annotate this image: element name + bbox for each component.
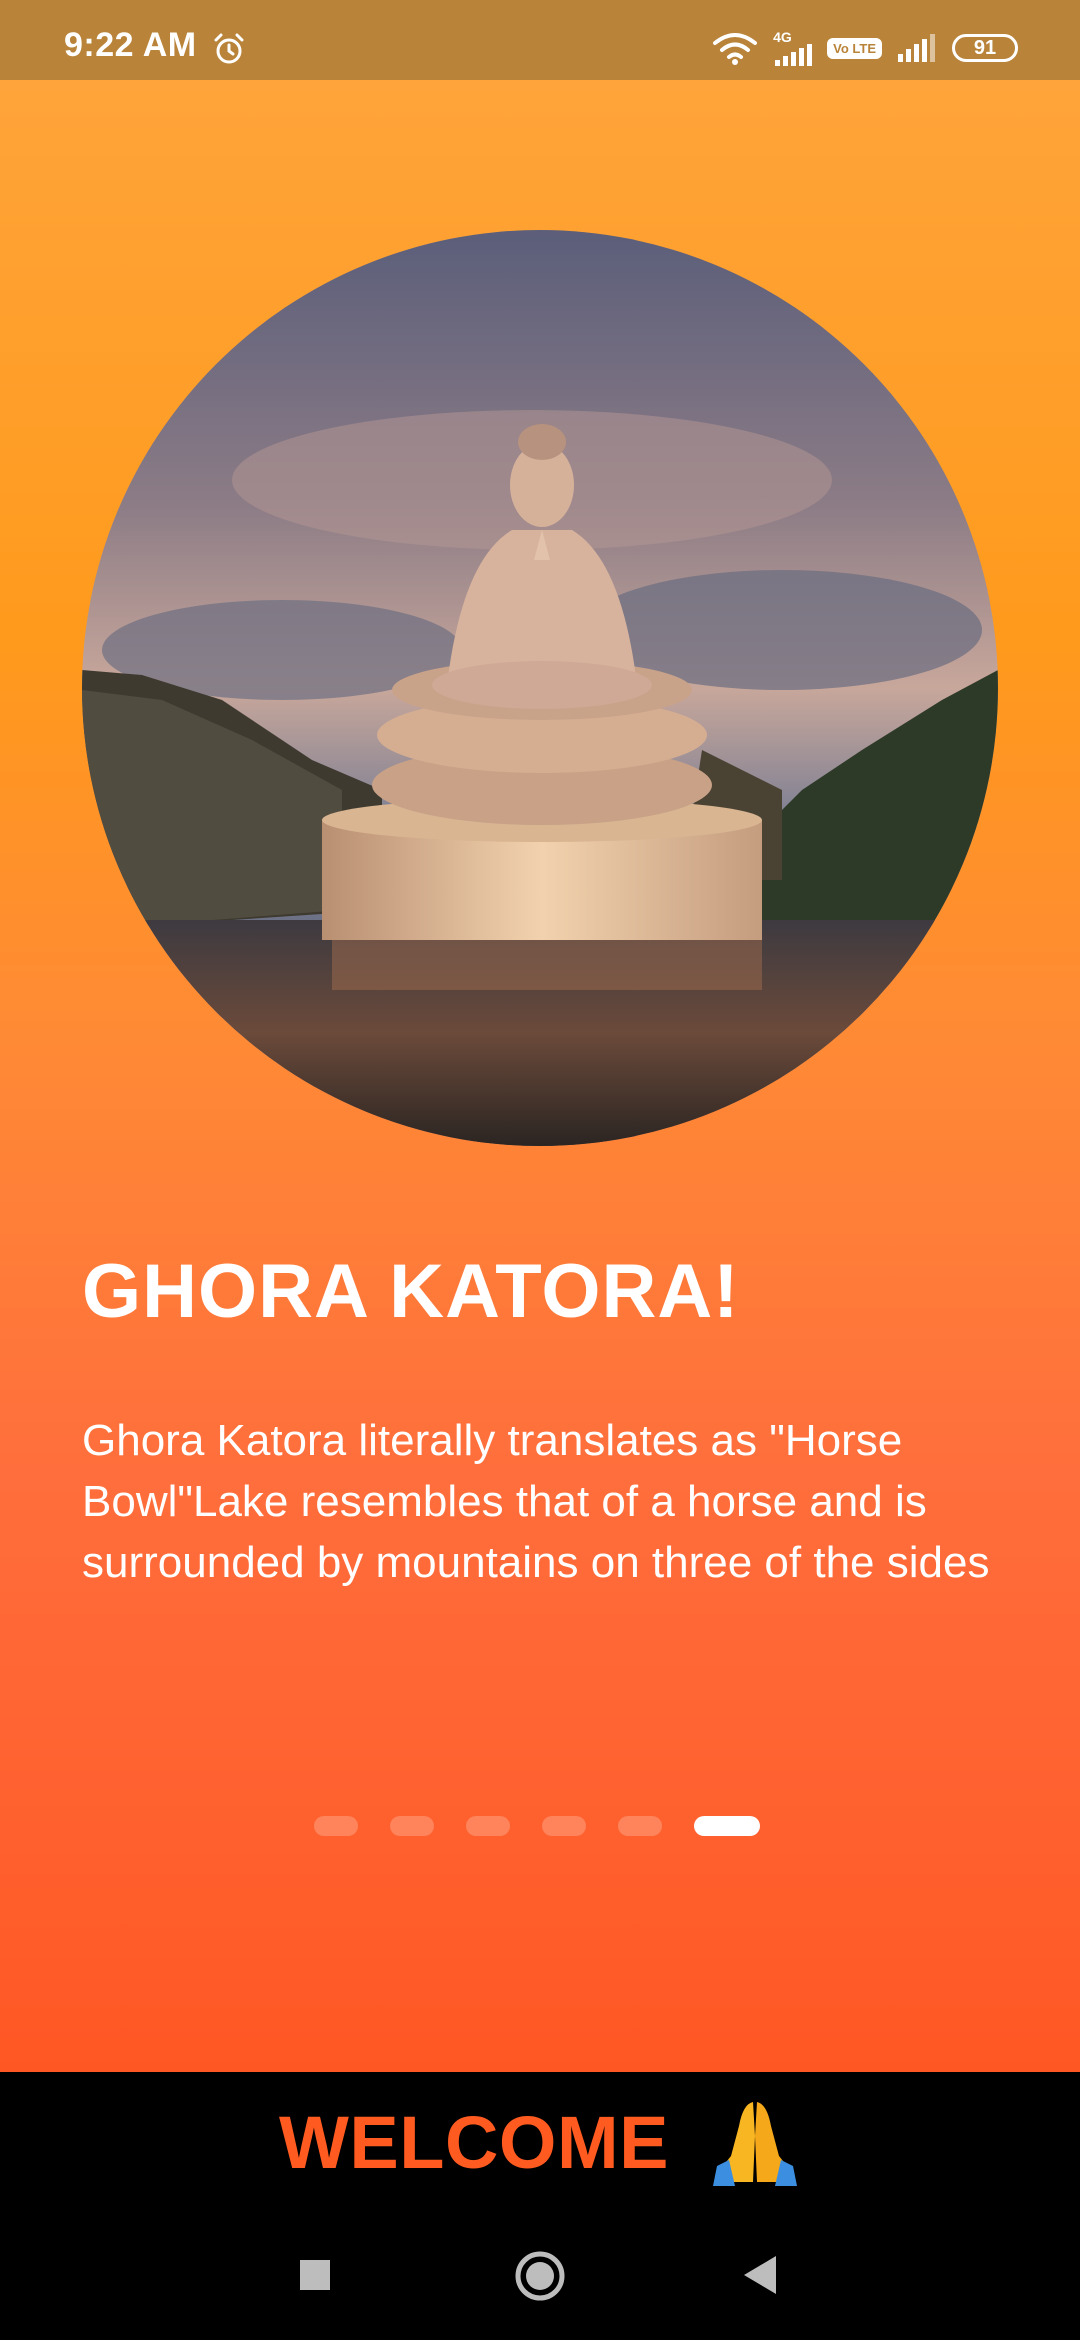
slide-title: GHORA KATORA! bbox=[82, 1249, 740, 1334]
hero-illustration bbox=[82, 230, 998, 1146]
signal-icon bbox=[775, 44, 813, 66]
status-bar: 9:22 AM 4G Vo LTE 91 bbox=[0, 0, 1080, 80]
page-dot bbox=[314, 1816, 358, 1836]
network-tag: 4G bbox=[773, 29, 792, 45]
page-indicator bbox=[314, 1816, 760, 1836]
square-icon[interactable] bbox=[298, 2250, 332, 2300]
onboarding-slide[interactable]: GHORA KATORA! Ghora Katora literally tra… bbox=[0, 80, 1080, 2072]
page-dot bbox=[466, 1816, 510, 1836]
page-dot-active bbox=[694, 1816, 760, 1836]
alarm-icon bbox=[214, 33, 244, 64]
page-dot bbox=[618, 1816, 662, 1836]
page-dot bbox=[390, 1816, 434, 1836]
wifi-icon bbox=[713, 33, 758, 65]
welcome-label: WELCOME bbox=[279, 2100, 669, 2184]
welcome-button[interactable]: WELCOME bbox=[0, 2072, 1080, 2212]
signal-group: 4G bbox=[773, 30, 813, 66]
back-triangle-icon[interactable] bbox=[742, 2250, 778, 2300]
system-nav-bar bbox=[0, 2212, 1080, 2340]
slide-description: Ghora Katora literally translates as "Ho… bbox=[82, 1416, 990, 1587]
page-dot bbox=[542, 1816, 586, 1836]
volte-badge: Vo LTE bbox=[827, 37, 882, 59]
battery-level: 91 bbox=[973, 36, 997, 59]
buddha-statue-lake-image bbox=[82, 230, 998, 1146]
folded-hands-icon bbox=[712, 2102, 797, 2186]
status-time: 9:22 AM bbox=[64, 26, 197, 64]
signal-icon-2 bbox=[898, 34, 935, 62]
battery-icon: 91 bbox=[952, 34, 1018, 62]
circle-icon[interactable] bbox=[514, 2250, 566, 2302]
status-icons: 4G Vo LTE 91 bbox=[711, 28, 1018, 68]
